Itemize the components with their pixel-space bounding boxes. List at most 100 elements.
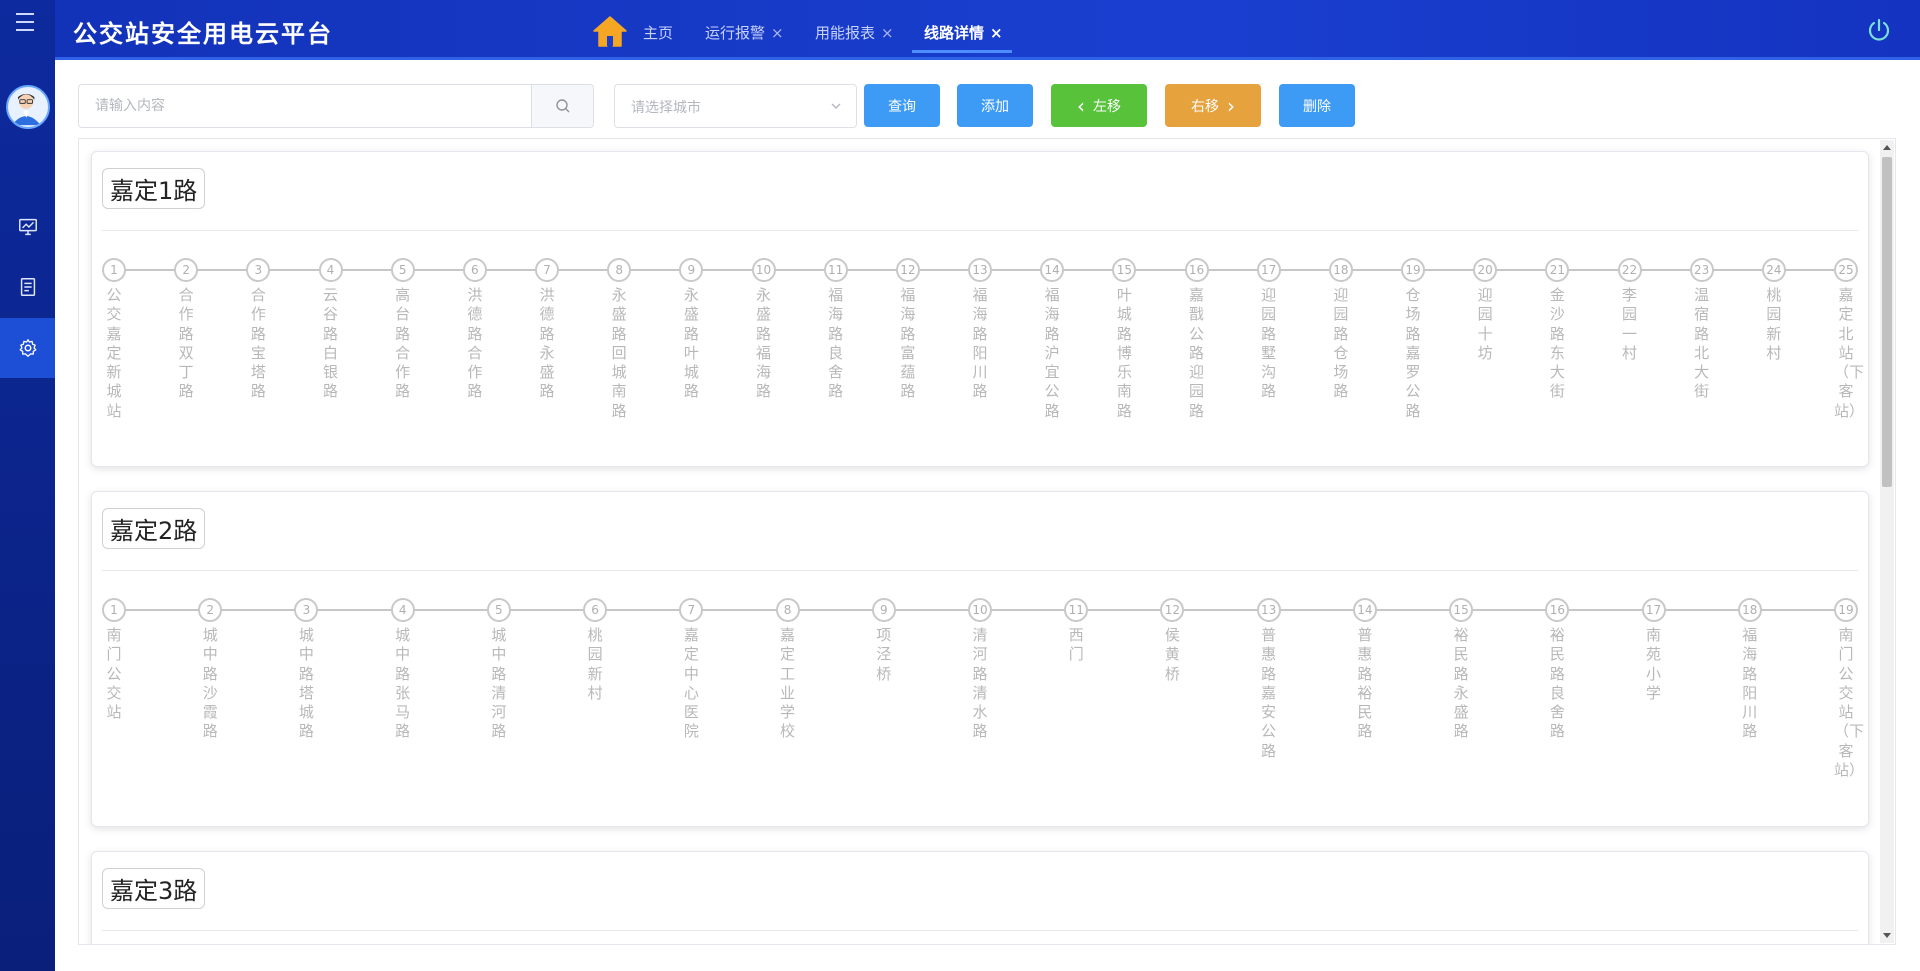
station-number: 11	[1064, 598, 1089, 622]
move-right-label: 右移	[1191, 98, 1219, 115]
station[interactable]: 9 永盛路叶城路	[679, 258, 704, 402]
station[interactable]: 5 高台路合作路	[390, 258, 415, 402]
station-name: 云谷路白银路	[322, 286, 338, 401]
station-name: 普惠路裕民路	[1357, 626, 1373, 741]
move-right-button[interactable]: 右移 ›	[1165, 84, 1261, 127]
station[interactable]: 22 李园一村	[1617, 258, 1642, 363]
station-number: 16	[1545, 598, 1570, 622]
station[interactable]: 11 福海路良舍路	[823, 258, 848, 402]
station-number: 9	[679, 258, 704, 282]
station[interactable]: 4 城中路张马路	[390, 598, 415, 742]
sidebar-item-settings[interactable]	[0, 318, 55, 378]
delete-button[interactable]: 删除	[1279, 84, 1355, 127]
route-name: 嘉定3路	[102, 868, 206, 909]
station[interactable]: 13 普惠路嘉安公路	[1256, 598, 1281, 761]
sidebar-item-monitor[interactable]	[0, 197, 55, 257]
add-button[interactable]: 添加	[957, 84, 1033, 127]
station[interactable]: 2 合作路双丁路	[174, 258, 199, 402]
station-number: 18	[1737, 598, 1762, 622]
station[interactable]: 10 清河路清水路	[968, 598, 992, 742]
station[interactable]: 18 迎园路仓场路	[1328, 258, 1353, 402]
avatar-icon[interactable]	[6, 85, 50, 129]
station[interactable]: 9 项泾桥	[871, 598, 896, 684]
station-number: 10	[968, 598, 992, 622]
home-icon[interactable]	[592, 14, 628, 48]
station-number: 8	[775, 598, 800, 622]
station[interactable]: 17 迎园路墅沟路	[1256, 258, 1281, 402]
route-card: 嘉定1路 1 公交嘉定新城站 2 合作路双丁路 3 合作路宝塔路 4 云谷路白银路 5 高台路合作…	[91, 151, 1869, 467]
station-name: 南门公交站（下客站）	[1834, 626, 1865, 780]
station-name: 项泾桥	[876, 626, 892, 683]
station[interactable]: 14 福海路沪宜公路	[1040, 258, 1065, 421]
station-number: 17	[1641, 598, 1666, 622]
station[interactable]: 7 洪德路永盛路	[535, 258, 559, 402]
station[interactable]: 3 合作路宝塔路	[246, 258, 271, 402]
tab-home[interactable]: 主页	[643, 22, 673, 43]
station[interactable]: 25 嘉定北站（下客站）	[1834, 258, 1864, 421]
station[interactable]: 8 永盛路回城南路	[607, 258, 632, 421]
station[interactable]: 12 福海路富蕴路	[895, 258, 920, 402]
station[interactable]: 12 侯黄桥	[1160, 598, 1185, 684]
station[interactable]: 6 桃园新村	[583, 598, 608, 703]
station-name: 城中路塔城路	[298, 626, 314, 741]
tab-alarm[interactable]: 运行报警 ×	[705, 22, 784, 43]
station-number: 21	[1545, 258, 1570, 282]
menu-icon[interactable]	[16, 13, 38, 33]
station[interactable]: 1 公交嘉定新城站	[102, 258, 126, 421]
station-name: 桃园新村	[1766, 286, 1782, 362]
station[interactable]: 1 南门公交站	[102, 598, 126, 722]
station[interactable]: 3 城中路塔城路	[294, 598, 319, 742]
scrollbar[interactable]	[1880, 140, 1894, 943]
close-icon[interactable]: ×	[990, 24, 1003, 42]
search-button[interactable]	[531, 85, 593, 127]
station-name: 公交嘉定新城站	[106, 286, 122, 420]
station[interactable]: 19 南门公交站（下客站）	[1834, 598, 1865, 780]
station[interactable]: 23 温宿路北大街	[1689, 258, 1714, 402]
station[interactable]: 5 城中路清河路	[486, 598, 511, 742]
station[interactable]: 8 嘉定工业学校	[775, 598, 800, 742]
station[interactable]: 15 裕民路永盛路	[1449, 598, 1474, 742]
station[interactable]: 11 西门	[1064, 598, 1089, 665]
sidebar-item-report[interactable]	[0, 257, 55, 317]
station-number: 3	[294, 598, 319, 622]
search-input[interactable]	[79, 85, 531, 127]
scroll-down-arrow[interactable]	[1883, 933, 1891, 938]
monitor-icon	[18, 218, 37, 236]
move-left-button[interactable]: ‹ 左移	[1051, 84, 1147, 127]
power-icon[interactable]	[1866, 17, 1892, 43]
station[interactable]: 4 云谷路白银路	[318, 258, 343, 402]
station[interactable]: 16 嘉戬公路迎园路	[1184, 258, 1209, 421]
station[interactable]: 16 裕民路良舍路	[1545, 598, 1570, 742]
station[interactable]: 2 城中路沙霞路	[198, 598, 223, 742]
city-select[interactable]: 请选择城市	[614, 84, 857, 128]
station-number: 5	[486, 598, 511, 622]
station-name: 南苑小学	[1646, 626, 1662, 702]
station[interactable]: 10 永盛路福海路	[751, 258, 776, 402]
station[interactable]: 21 金沙路东大街	[1545, 258, 1570, 402]
station[interactable]: 15 叶城路博乐南路	[1112, 258, 1137, 421]
station[interactable]: 19 仓场路嘉罗公路	[1401, 258, 1425, 421]
station-number: 15	[1449, 598, 1474, 622]
station-number: 15	[1112, 258, 1137, 282]
station[interactable]: 20 迎园十坊	[1473, 258, 1498, 363]
scrollbar-thumb[interactable]	[1882, 157, 1892, 487]
station[interactable]: 7 嘉定中心医院	[679, 598, 704, 742]
close-icon[interactable]: ×	[771, 24, 784, 42]
station-number: 19	[1834, 598, 1858, 622]
query-button[interactable]: 查询	[864, 84, 940, 127]
station[interactable]: 14 普惠路裕民路	[1352, 598, 1377, 742]
station[interactable]: 6 洪德路合作路	[462, 258, 487, 402]
station[interactable]: 18 福海路阳川路	[1737, 598, 1762, 742]
tab-energy-report[interactable]: 用能报表 ×	[815, 22, 894, 43]
close-icon[interactable]: ×	[881, 24, 894, 42]
station-number: 14	[1040, 258, 1065, 282]
tab-route-detail[interactable]: 线路详情 ×	[924, 22, 1003, 43]
station[interactable]: 24 桃园新村	[1761, 258, 1786, 363]
station-name: 西门	[1068, 626, 1084, 664]
station-number: 8	[607, 258, 632, 282]
route-list[interactable]: 嘉定1路 1 公交嘉定新城站 2 合作路双丁路 3 合作路宝塔路 4 云谷路白银路 5 高台路合作…	[78, 138, 1896, 945]
station[interactable]: 17 南苑小学	[1641, 598, 1666, 703]
tab-label: 线路详情	[924, 24, 985, 42]
scroll-up-arrow[interactable]	[1883, 145, 1891, 150]
station[interactable]: 13 福海路阳川路	[968, 258, 992, 402]
